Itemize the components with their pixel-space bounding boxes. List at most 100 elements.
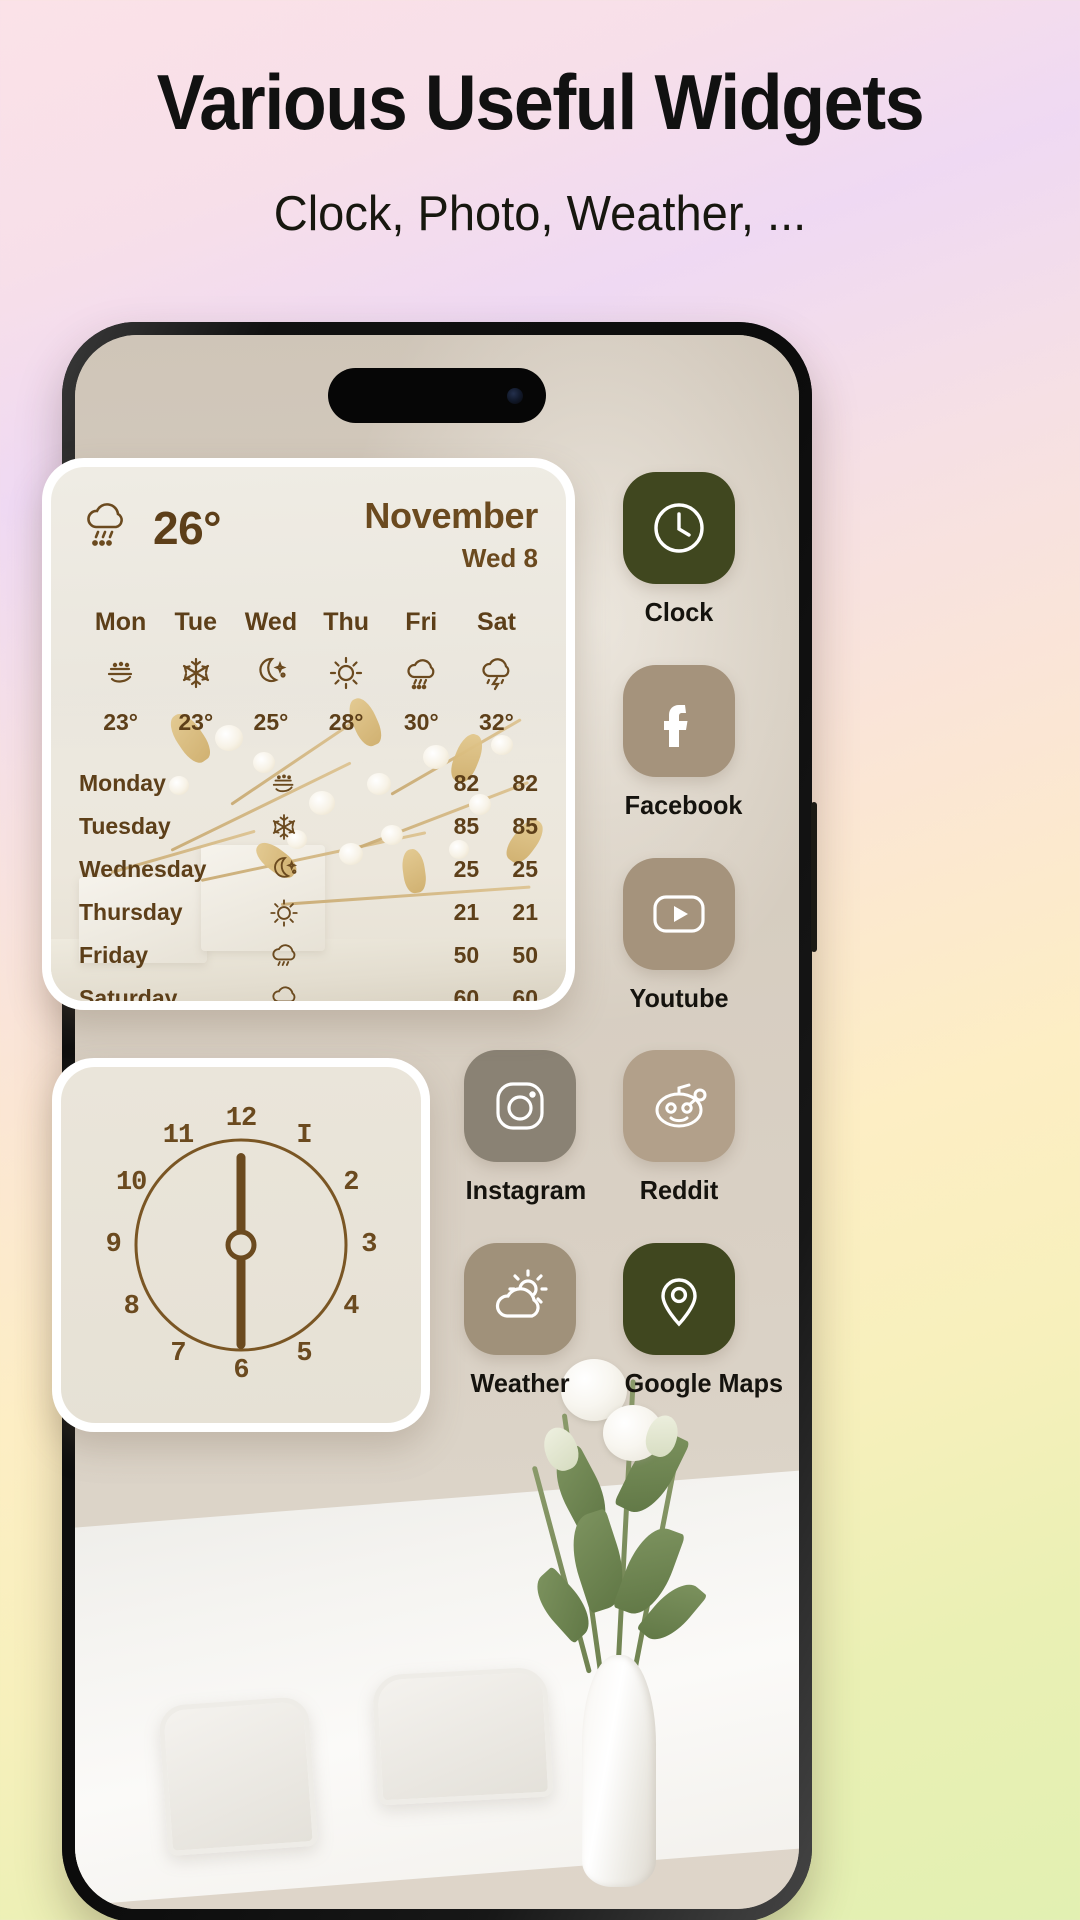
sun-icon: [309, 649, 384, 697]
clock-numeral: 7: [170, 1338, 186, 1369]
weekday-date-label: Wed 8: [461, 543, 538, 573]
forecast-row-value1: 82: [453, 770, 480, 796]
forecast-day: Sat 32°: [459, 608, 534, 736]
forecast-day: Fri 30°: [384, 608, 459, 736]
forecast-row: Friday 50 50: [79, 934, 538, 977]
forecast-day: Tue 23°: [158, 608, 233, 736]
forecast-row: Tuesday 85 85: [79, 805, 538, 848]
weather-icon[interactable]: [464, 1243, 576, 1355]
forecast-day-temp: 32°: [479, 709, 514, 735]
app-google-maps[interactable]: Google Maps: [623, 1243, 784, 1399]
app-label: Reddit: [639, 1175, 719, 1205]
rain-cloud-icon: [384, 649, 459, 697]
weather-widget[interactable]: 26° November Wed 8 Mon 23° Tue 23° Wed 2…: [42, 458, 575, 1010]
app-clock[interactable]: Clock: [623, 472, 735, 628]
forecast-row-day: Friday: [79, 942, 149, 968]
clock-minute-hand: [236, 1245, 246, 1349]
app-weather[interactable]: Weather: [464, 1243, 576, 1399]
sun-icon: [267, 896, 414, 930]
clock-numeral: 5: [296, 1338, 312, 1369]
clock-face: 12 I 2 3 4 5 6 7 8 9 10 11: [61, 1067, 421, 1423]
app-label: Weather: [470, 1368, 570, 1398]
forecast-day-temp: 25°: [253, 709, 289, 735]
forecast-row: Saturday 60 60: [79, 977, 538, 1001]
app-label: Facebook: [624, 790, 743, 820]
clock-widget[interactable]: 12 I 2 3 4 5 6 7 8 9 10 11: [52, 1058, 430, 1432]
map-pin-icon[interactable]: [623, 1243, 735, 1355]
facebook-icon[interactable]: [623, 665, 735, 777]
instagram-icon[interactable]: [464, 1050, 576, 1162]
forecast-row-day: Wednesday: [79, 856, 207, 882]
app-label: Youtube: [629, 983, 729, 1013]
forecast-day-temp: 28°: [328, 709, 364, 735]
clock-center-hub: [225, 1229, 257, 1261]
snowflake-icon: [267, 810, 414, 844]
forecast-row-value1: 50: [453, 942, 480, 968]
weather-widget-surface: 26° November Wed 8 Mon 23° Tue 23° Wed 2…: [51, 467, 566, 1001]
daily-forecast-list: Monday 82 82 Tuesday 85 85 Wednesday 25 …: [79, 762, 538, 1001]
moon-stars-icon: [233, 649, 308, 697]
clock-numeral: 10: [115, 1167, 147, 1198]
forecast-row-value1: 21: [453, 899, 480, 925]
clock-numeral: 2: [343, 1167, 359, 1198]
app-facebook[interactable]: Facebook: [623, 665, 743, 821]
forecast-row-value2: 60: [512, 985, 538, 1001]
forecast-row-value1: 85: [453, 813, 480, 839]
clock-numeral: 11: [162, 1121, 194, 1152]
forecast-row-day: Monday: [79, 770, 166, 796]
rain-cloud-icon: [79, 497, 135, 558]
forecast-day-temp: 30°: [403, 709, 439, 735]
forecast-row-value2: 50: [512, 942, 538, 968]
moon-stars-icon: [267, 853, 414, 887]
forecast-day-temp: 23°: [103, 709, 138, 735]
app-youtube[interactable]: Youtube: [623, 858, 735, 1014]
forecast-day-name: Thu: [323, 608, 370, 636]
forecast-day-name: Tue: [174, 608, 218, 636]
youtube-icon[interactable]: [623, 858, 735, 970]
app-instagram[interactable]: Instagram: [464, 1050, 587, 1206]
app-reddit[interactable]: Reddit: [623, 1050, 735, 1206]
forecast-row-value2: 25: [512, 856, 538, 882]
forecast-row-value2: 21: [512, 899, 538, 925]
fog-icon: [83, 649, 158, 697]
clock-icon[interactable]: [623, 472, 735, 584]
app-label: Google Maps: [624, 1368, 784, 1398]
forecast-row: Thursday 21 21: [79, 891, 538, 934]
forecast-row-value1: 60: [453, 985, 480, 1001]
fog-icon: [267, 767, 414, 801]
forecast-day: Thu 28°: [309, 608, 384, 736]
clock-numeral: 9: [105, 1230, 122, 1260]
current-weather: 26°: [79, 491, 222, 558]
forecast-row: Monday 82 82: [79, 762, 538, 805]
thunderstorm-icon: [267, 982, 414, 1001]
forecast-row-value1: 25: [453, 856, 480, 882]
current-temperature: 26°: [153, 501, 222, 554]
forecast-row: Wednesday 25 25: [79, 848, 538, 891]
clock-numeral: I: [296, 1121, 312, 1152]
forecast-day-name: Wed: [244, 608, 298, 636]
clock-numeral: 6: [233, 1356, 249, 1387]
snowflake-icon: [158, 649, 233, 697]
reddit-icon[interactable]: [623, 1050, 735, 1162]
forecast-row-value2: 82: [512, 770, 538, 796]
forecast-row-value2: 85: [512, 813, 538, 839]
thunderstorm-icon: [459, 649, 534, 697]
clock-numeral: 3: [361, 1230, 377, 1260]
app-label: Instagram: [465, 1175, 587, 1205]
app-label: Clock: [644, 597, 714, 627]
clock-widget-surface: 12 I 2 3 4 5 6 7 8 9 10 11: [61, 1067, 421, 1423]
weather-widget-content: 26° November Wed 8 Mon 23° Tue 23° Wed 2…: [51, 467, 566, 1001]
rain-cloud-icon: [267, 939, 414, 973]
forecast-day-name: Sat: [476, 608, 516, 636]
forecast-day: Wed 25°: [233, 608, 308, 736]
clock-numeral: 8: [123, 1292, 140, 1323]
forecast-row-day: Tuesday: [79, 813, 171, 839]
clock-numeral: 12: [225, 1103, 257, 1134]
forecast-row-day: Saturday: [79, 985, 178, 1001]
clock-numeral: 4: [343, 1292, 359, 1323]
forecast-day-name: Mon: [94, 608, 147, 636]
weather-date: November Wed 8: [364, 491, 538, 574]
forecast-day-temp: 23°: [178, 709, 214, 735]
weekly-forecast-strip: Mon 23° Tue 23° Wed 25° Thu 28° Fri 30° …: [79, 608, 538, 736]
forecast-day: Mon 23°: [83, 608, 158, 736]
